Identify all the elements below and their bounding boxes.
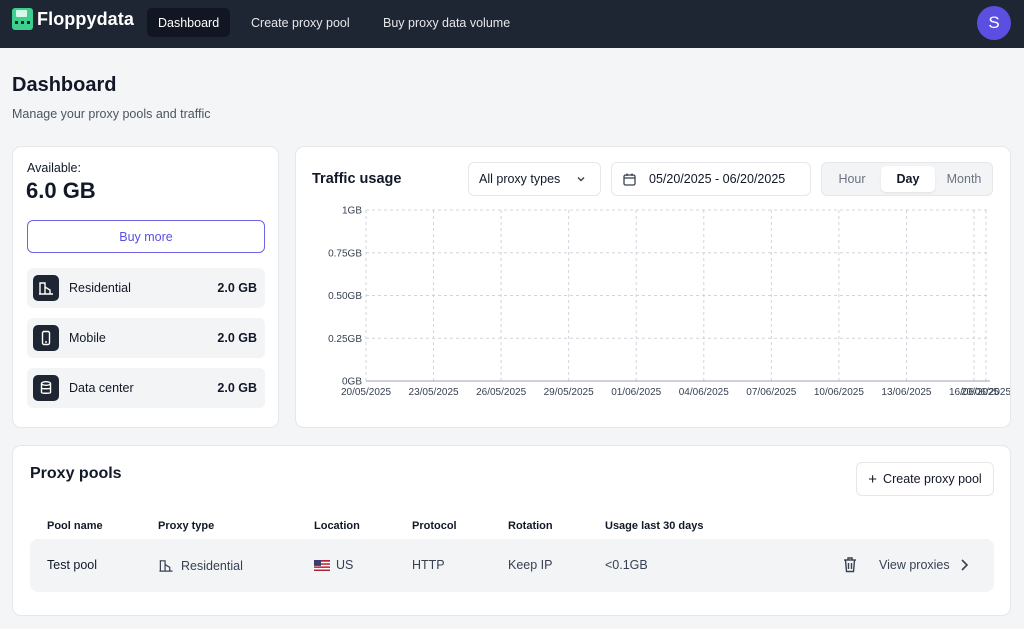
type-row-residential: Residential 2.0 GB — [27, 268, 265, 308]
y-tick-label: 0.25GB — [328, 334, 362, 345]
pool-rotation: Keep IP — [508, 558, 553, 572]
nav-create-proxy-pool[interactable]: Create proxy pool — [240, 8, 361, 37]
column-header-location: Location — [314, 520, 360, 532]
nav-dashboard[interactable]: Dashboard — [147, 8, 231, 37]
traffic-card: Traffic usage All proxy types 05/20/2025… — [295, 146, 1011, 428]
page-subtitle: Manage your proxy pools and traffic — [12, 107, 211, 121]
proxy-pools-card: Proxy pools + Create proxy pool Pool nam… — [12, 445, 1011, 616]
pool-location: US — [314, 558, 353, 572]
pool-usage: <0.1GB — [605, 558, 648, 572]
type-name: Mobile — [69, 331, 106, 345]
mobile-icon — [33, 325, 59, 351]
column-header-protocol: Protocol — [412, 520, 457, 532]
available-value: 6.0 GB — [26, 178, 96, 203]
plus-icon: + — [868, 470, 878, 488]
y-tick-label: 0GB — [342, 377, 362, 388]
x-tick-label: 20/05/2025 — [341, 387, 391, 398]
view-proxies-link[interactable]: View proxies — [879, 558, 950, 572]
type-name: Residential — [69, 281, 131, 295]
proxy-pools-title: Proxy pools — [30, 465, 122, 482]
x-tick-label: 23/05/2025 — [409, 387, 459, 398]
trash-icon[interactable] — [842, 556, 858, 573]
app-name: Floppydata — [37, 8, 135, 29]
type-value: 2.0 GB — [217, 331, 257, 345]
x-tick-label: 04/06/2025 — [679, 387, 729, 398]
type-name: Data center — [69, 381, 134, 395]
traffic-chart: 0GB 0.25GB 0.50GB 0.75GB 1GB 20/05/2025 23/05/… — [328, 206, 1010, 399]
x-tick-label: 10/06/2025 — [814, 387, 864, 398]
column-header-proxy-type: Proxy type — [158, 520, 215, 532]
floppy-disk-icon — [12, 8, 33, 30]
residential-icon — [33, 275, 59, 301]
chevron-right-icon[interactable] — [959, 558, 969, 572]
create-proxy-pool-label: Create proxy pool — [883, 472, 982, 486]
y-tick-label: 0.50GB — [328, 291, 362, 302]
database-icon — [33, 375, 59, 401]
column-header-rotation: Rotation — [508, 520, 553, 532]
pool-name: Test pool — [47, 558, 98, 572]
pool-location-label: US — [336, 558, 354, 572]
table-row[interactable]: Test pool Residential US HTTP Keep IP <0… — [30, 539, 994, 592]
nav-buy-proxy-data-volume[interactable]: Buy proxy data volume — [372, 8, 521, 37]
user-avatar[interactable]: S — [977, 6, 1011, 40]
x-tick-label: 13/06/2025 — [881, 387, 931, 398]
type-value: 2.0 GB — [217, 381, 257, 395]
pool-proxy-type: Residential — [158, 558, 243, 573]
available-card: Available: 6.0 GB Buy more Residential 2… — [12, 146, 279, 428]
x-tick-label: 01/06/2025 — [611, 387, 661, 398]
column-header-pool-name: Pool name — [47, 520, 103, 532]
us-flag-icon — [314, 559, 330, 571]
type-value: 2.0 GB — [217, 281, 257, 295]
type-row-mobile: Mobile 2.0 GB — [27, 318, 265, 358]
y-tick-label: 1GB — [342, 206, 362, 217]
residential-icon — [159, 560, 173, 572]
x-tick-label: 26/05/2025 — [476, 387, 526, 398]
top-navbar: Floppydata Dashboard Create proxy pool B… — [0, 0, 1024, 48]
pool-proxy-type-label: Residential — [181, 558, 243, 573]
available-label: Available: — [27, 161, 81, 175]
page-title: Dashboard — [12, 74, 117, 96]
create-proxy-pool-button[interactable]: + Create proxy pool — [856, 462, 994, 496]
x-tick-label: 20/06/2025 — [961, 387, 1010, 398]
x-tick-label: 07/06/2025 — [746, 387, 796, 398]
type-row-data-center: Data center 2.0 GB — [27, 368, 265, 408]
column-header-usage: Usage last 30 days — [605, 520, 704, 532]
buy-more-button[interactable]: Buy more — [27, 220, 265, 253]
y-tick-label: 0.75GB — [328, 248, 362, 259]
x-tick-label: 29/05/2025 — [544, 387, 594, 398]
logo[interactable]: Floppydata — [12, 8, 134, 30]
pool-protocol: HTTP — [412, 558, 445, 572]
